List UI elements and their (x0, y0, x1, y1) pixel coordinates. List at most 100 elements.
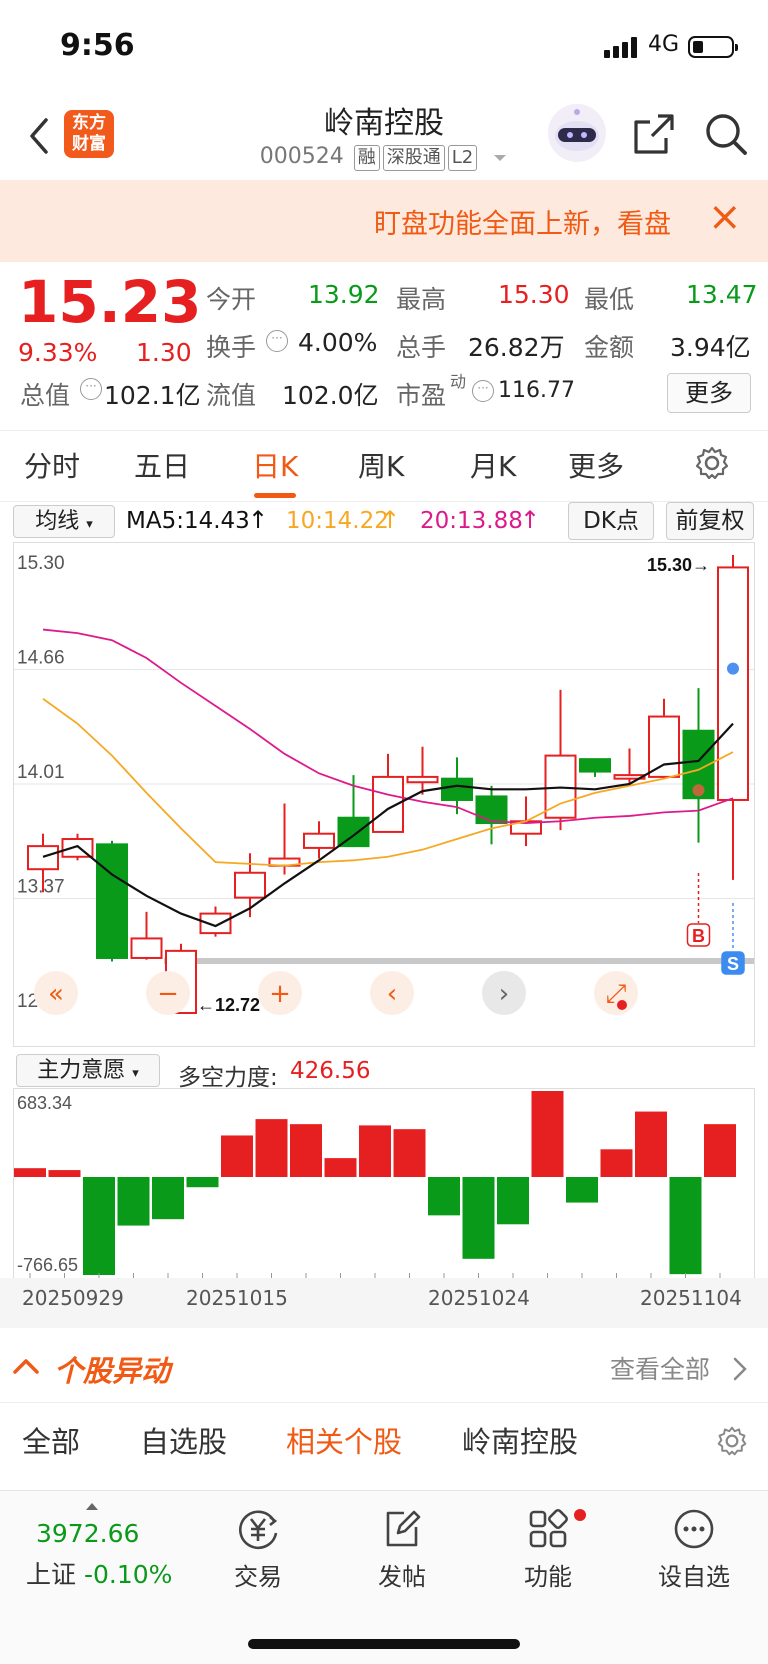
tag-level2: L2 (447, 145, 478, 171)
candle-body (234, 871, 266, 899)
subtab-all[interactable]: 全部 (22, 1419, 80, 1461)
indicator-select[interactable]: 均线 ▾ (13, 505, 115, 538)
nav-add-watch[interactable]: 设自选 (644, 1505, 744, 1592)
nav-add-watch-label: 设自选 (658, 1563, 730, 1591)
date-tick: 20251015 (186, 1286, 288, 1310)
y-axis-label: 15.30 (17, 553, 65, 574)
chevron-right-icon[interactable] (732, 1356, 748, 1382)
candle-body (303, 832, 335, 849)
status-time: 9:56 (60, 28, 135, 63)
settings-gear-icon[interactable] (716, 1425, 748, 1457)
double-left-icon[interactable]: « (34, 971, 78, 1015)
label-open: 今开 (206, 285, 257, 314)
chevron-up-icon[interactable] (12, 1356, 40, 1376)
promo-banner[interactable]: 盯盘功能全面上新，看盘 × (0, 180, 768, 262)
date-tick: 20250929 (22, 1286, 124, 1310)
force-bar (497, 1177, 529, 1225)
force-bar-chart[interactable]: 683.34 -766.65 (13, 1088, 755, 1279)
banner-text: 盯盘功能全面上新，看盘 (374, 209, 671, 240)
share-icon[interactable] (632, 112, 676, 156)
settings-gear-icon[interactable] (694, 445, 730, 481)
label-pe: 市盈 (396, 381, 447, 410)
candle-body (579, 758, 611, 773)
dk-point-button[interactable]: DK点 (568, 502, 654, 540)
date-tick: 20251024 (428, 1286, 530, 1310)
stock-movement-section[interactable]: 个股异动 查看全部 (0, 1332, 768, 1403)
force-bar (290, 1124, 322, 1177)
ma20-value: 20:13.88 (420, 508, 523, 534)
pe-dynamic-sup: 动 (450, 372, 467, 391)
left-icon[interactable]: ‹ (370, 971, 414, 1015)
view-all-link[interactable]: 查看全部 (610, 1350, 710, 1386)
signal-icon (604, 36, 644, 58)
stock-header: 东方 财富 岭南控股 000524 融深股通 L2 (0, 90, 768, 180)
force-bar (359, 1125, 391, 1177)
tab-more[interactable]: 更多 (568, 445, 624, 485)
tab-daily-k[interactable]: 日K (252, 445, 298, 498)
control-glyph: + (269, 979, 291, 1009)
edit-post-icon (386, 1510, 421, 1547)
nav-post[interactable]: 发帖 (352, 1505, 452, 1592)
force-bar (635, 1111, 667, 1177)
force-bar (152, 1177, 184, 1220)
label-total-cap: 总值 (20, 381, 71, 410)
y-axis-label: -766.65 (17, 1255, 78, 1275)
change-percent: 9.33% (18, 338, 98, 367)
zoom-in-icon[interactable]: + (258, 971, 302, 1015)
force-bar (393, 1129, 426, 1177)
force-value: 426.56 (290, 1058, 371, 1084)
subtab-watchlist[interactable]: 自选股 (140, 1419, 227, 1461)
info-icon[interactable]: ··· (472, 380, 494, 402)
signal-dot (727, 662, 739, 675)
nav-trade-label: 交易 (234, 1563, 282, 1591)
tab-weekly-k[interactable]: 周K (358, 445, 404, 485)
home-indicator (248, 1639, 520, 1649)
zoom-out-icon[interactable]: − (146, 971, 190, 1015)
signal-label: B (692, 926, 705, 946)
info-icon[interactable]: ··· (266, 330, 288, 352)
index-change: -0.10% (83, 1560, 173, 1589)
label-low: 最低 (584, 285, 635, 314)
tab-five-day[interactable]: 五日 (134, 445, 190, 485)
force-bar (566, 1177, 598, 1203)
value-total-cap: 102.1亿 (104, 381, 201, 410)
value-low: 13.47 (686, 280, 758, 309)
force-bar (704, 1124, 736, 1177)
info-icon[interactable]: ··· (80, 378, 102, 400)
subtab-self[interactable]: 岭南控股 (462, 1419, 578, 1461)
tag-margin: 融 (353, 145, 380, 171)
force-bar (83, 1177, 115, 1275)
sub-indicator-header: 主力意愿 ▾ 多空力度: 426.56 (0, 1052, 768, 1091)
assistant-robot-icon[interactable] (546, 102, 608, 164)
date-tick: 20251104 (640, 1286, 742, 1310)
label-float-cap: 流值 (206, 381, 257, 410)
control-glyph: − (157, 979, 179, 1009)
label-amount: 金额 (584, 333, 635, 362)
force-bar (531, 1091, 564, 1177)
tab-monthly-k[interactable]: 月K (470, 445, 516, 485)
network-type: 4G (648, 32, 680, 57)
close-icon[interactable]: × (708, 194, 742, 240)
right-icon[interactable]: › (482, 971, 526, 1015)
nav-functions[interactable]: 功能 (498, 1505, 598, 1592)
control-glyph: « (48, 979, 64, 1009)
sub-indicator-label: 主力意愿 (37, 1058, 126, 1083)
nav-trade[interactable]: 交易 (208, 1505, 308, 1592)
more-button[interactable]: 更多 (667, 373, 751, 413)
subtab-related[interactable]: 相关个股 (286, 1419, 402, 1461)
caret-up-icon (86, 1503, 98, 1510)
tab-intraday[interactable]: 分时 (24, 445, 80, 485)
search-icon[interactable] (704, 112, 748, 156)
kline-chart[interactable]: 15.3014.6614.0113.3712.7215.30→←12.72BS«… (13, 542, 755, 1047)
label-volume: 总手 (396, 333, 447, 362)
nav-functions-label: 功能 (524, 1563, 572, 1591)
period-tabs: 分时 五日 日K 周K 月K 更多 (0, 430, 768, 502)
notification-dot (574, 1509, 586, 1521)
value-turnover: 4.00% (298, 328, 378, 357)
quote-panel: 15.23 9.33% 1.30 今开 13.92 最高 15.30 最低 13… (0, 262, 768, 430)
adjust-mode-button[interactable]: 前复权 (666, 502, 754, 540)
value-amount: 3.94亿 (670, 333, 751, 362)
movement-title: 个股异动 (54, 1354, 171, 1388)
sub-indicator-select[interactable]: 主力意愿 ▾ (16, 1054, 160, 1087)
fullscreen-icon[interactable]: ⤢ (594, 971, 638, 1015)
